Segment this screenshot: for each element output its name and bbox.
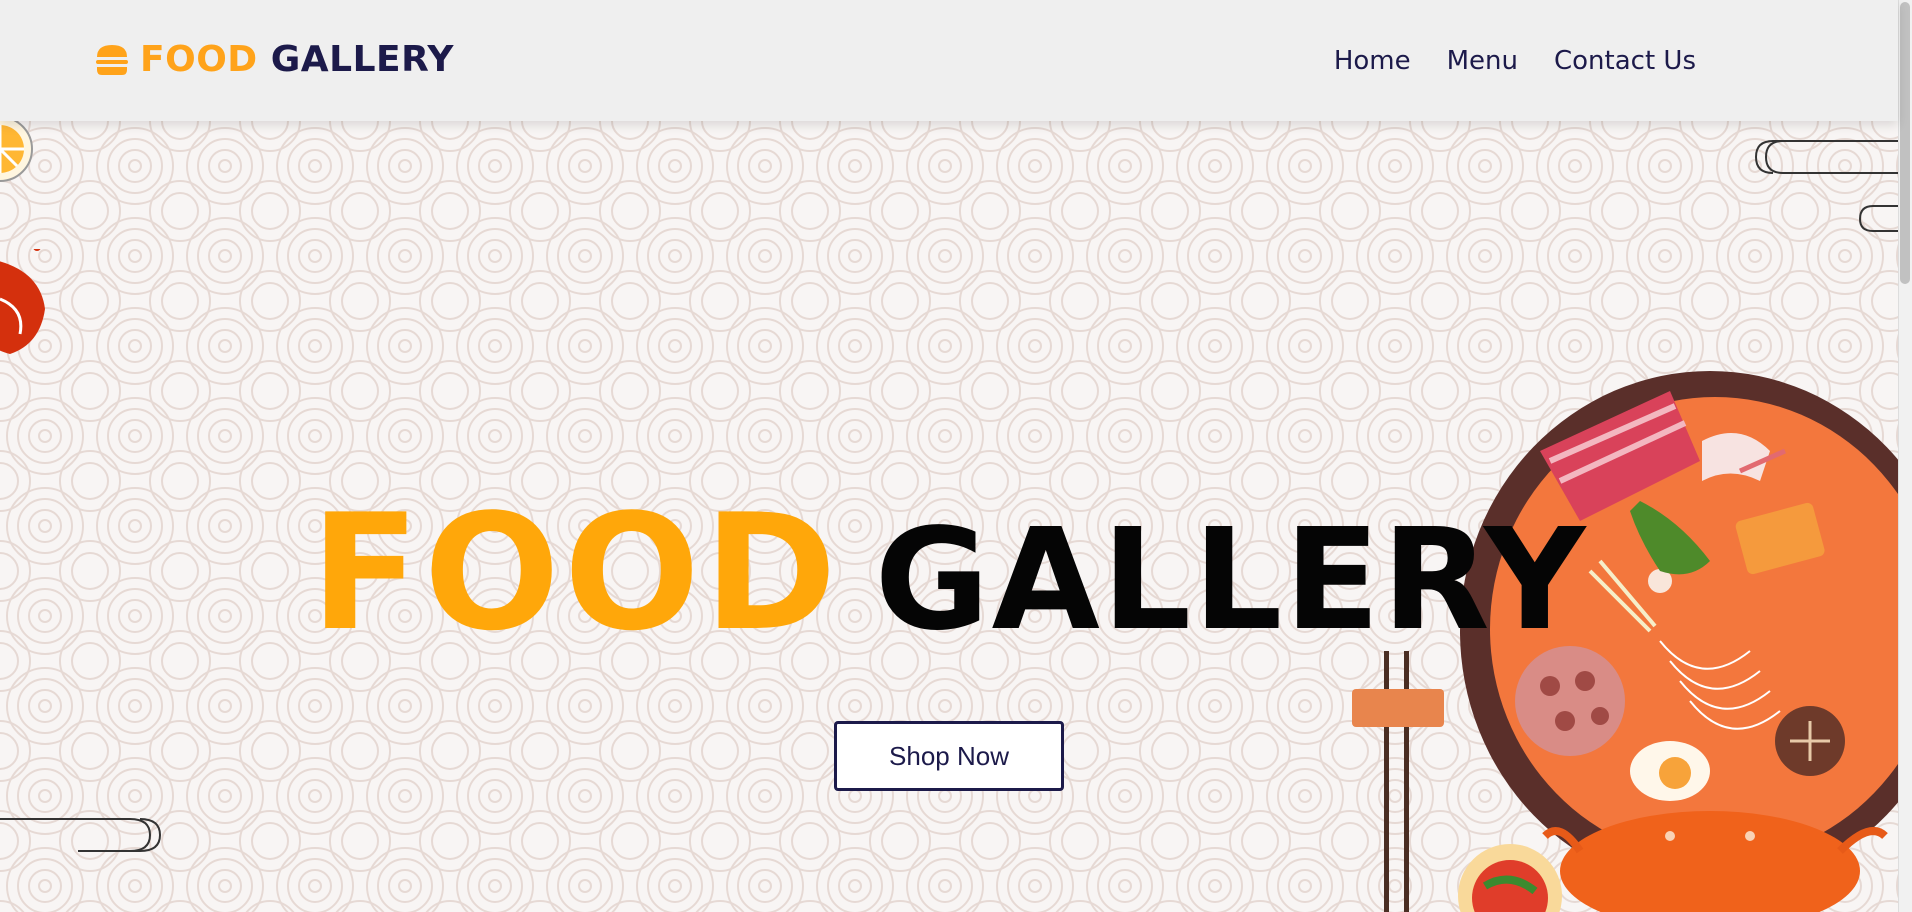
lobster-claw-illustration — [0, 249, 45, 354]
hero-title-food: FOOD — [310, 479, 841, 666]
hero-title: FOOD GALLERY — [0, 479, 1898, 666]
brand-name: FOOD GALLERY — [140, 40, 454, 80]
vertical-scrollbar[interactable] — [1898, 0, 1912, 912]
brand-word-food: FOOD — [140, 39, 258, 80]
cloud-line-decoration — [0, 818, 162, 852]
nav-link-contact[interactable]: Contact Us — [1554, 44, 1696, 78]
brand-logo[interactable]: FOOD GALLERY — [94, 40, 454, 80]
nav-link-home[interactable]: Home — [1334, 44, 1411, 78]
shop-now-button[interactable]: Shop Now — [834, 721, 1064, 791]
cloud-line-decoration-right — [1754, 140, 1898, 232]
scrollbar-thumb[interactable] — [1900, 2, 1910, 284]
nav-link-menu[interactable]: Menu — [1447, 44, 1518, 78]
brand-word-gallery: GALLERY — [270, 39, 454, 80]
burger-icon — [96, 45, 128, 75]
main-nav: Home Menu Contact Us — [1334, 44, 1696, 78]
side-dish-illustration — [1458, 844, 1562, 912]
hero-section: FOOD GALLERY Shop Now — [0, 121, 1898, 912]
hero-title-gallery: GALLERY — [874, 499, 1588, 662]
chopsticks-illustration — [1352, 651, 1444, 912]
lemon-slice-illustration — [0, 121, 33, 182]
navbar: FOOD GALLERY Home Menu Contact Us — [0, 0, 1898, 121]
